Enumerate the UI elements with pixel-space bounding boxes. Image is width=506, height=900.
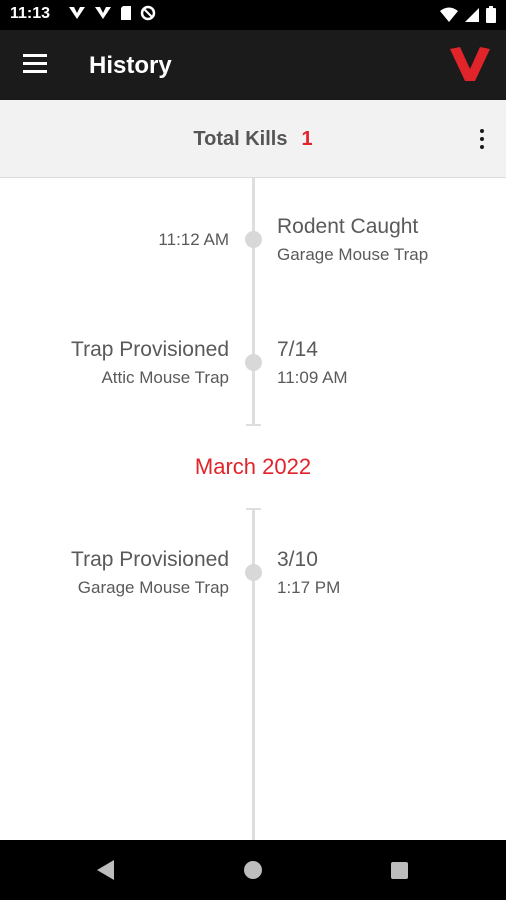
event-left: Trap Provisioned Garage Mouse Trap: [71, 546, 229, 602]
event-trap: Attic Mouse Trap: [101, 368, 229, 387]
navigation-bar: [0, 840, 506, 900]
data-saver-icon: [140, 5, 156, 21]
vexi-notification-icon: [69, 7, 85, 19]
vexi-notification-icon: [95, 7, 111, 19]
event-right: 7/14 11:09 AM: [277, 336, 348, 392]
home-icon[interactable]: [244, 861, 262, 879]
event-left: Trap Provisioned Attic Mouse Trap: [71, 336, 229, 392]
back-icon[interactable]: [97, 860, 114, 880]
wifi-icon: [440, 7, 458, 22]
timeline-line: [252, 508, 255, 840]
total-kills: Total Kills 1: [0, 128, 506, 151]
recents-icon[interactable]: [391, 862, 408, 879]
event-title: Trap Provisioned: [71, 338, 229, 361]
total-kills-count: 1: [301, 128, 313, 150]
status-time: 11:13: [10, 5, 51, 22]
history-timeline: 11:12 AM Rodent Caught Garage Mouse Trap…: [0, 178, 506, 840]
event-title: Trap Provisioned: [71, 548, 229, 571]
month-header: March 2022: [194, 454, 312, 479]
system-icons: [440, 6, 496, 23]
total-kills-label: Total Kills: [193, 128, 288, 150]
timeline-cap: [246, 424, 261, 426]
hamburger-icon-line: [23, 54, 47, 57]
page-title: History: [89, 52, 172, 79]
brand-logo-icon: [450, 47, 490, 81]
event-trap: Garage Mouse Trap: [77, 578, 229, 597]
more-vert-icon-dot: [480, 137, 484, 141]
event-date: 7/14: [277, 338, 318, 361]
timeline-dot: [245, 354, 262, 371]
event-right: Rodent Caught Garage Mouse Trap: [277, 213, 428, 269]
more-vert-icon-dot: [480, 129, 484, 133]
menu-button[interactable]: [23, 54, 47, 74]
event-trap: Garage Mouse Trap: [277, 245, 429, 264]
cell-signal-icon: [465, 7, 479, 22]
event-time: 1:17 PM: [277, 578, 341, 597]
event-left: 11:12 AM: [158, 226, 229, 254]
event-title: Rodent Caught: [277, 215, 419, 238]
more-options-button[interactable]: [476, 126, 488, 152]
timeline-dot: [245, 231, 262, 248]
more-vert-icon-dot: [480, 145, 484, 149]
timeline-dot: [245, 564, 262, 581]
hamburger-icon-line: [23, 70, 47, 73]
event-time: 11:09 AM: [277, 368, 348, 387]
app-bar: History: [0, 30, 506, 100]
timeline-line: [252, 178, 255, 426]
hamburger-icon-line: [23, 62, 47, 65]
battery-icon: [486, 6, 496, 23]
status-bar: 11:13: [0, 0, 506, 30]
event-right: 3/10 1:17 PM: [277, 546, 340, 602]
sd-card-icon: [121, 6, 131, 20]
notification-icons: [68, 5, 156, 21]
event-date: 3/10: [277, 548, 318, 571]
event-time: 11:12 AM: [158, 230, 229, 249]
summary-bar: Total Kills 1: [0, 100, 506, 178]
